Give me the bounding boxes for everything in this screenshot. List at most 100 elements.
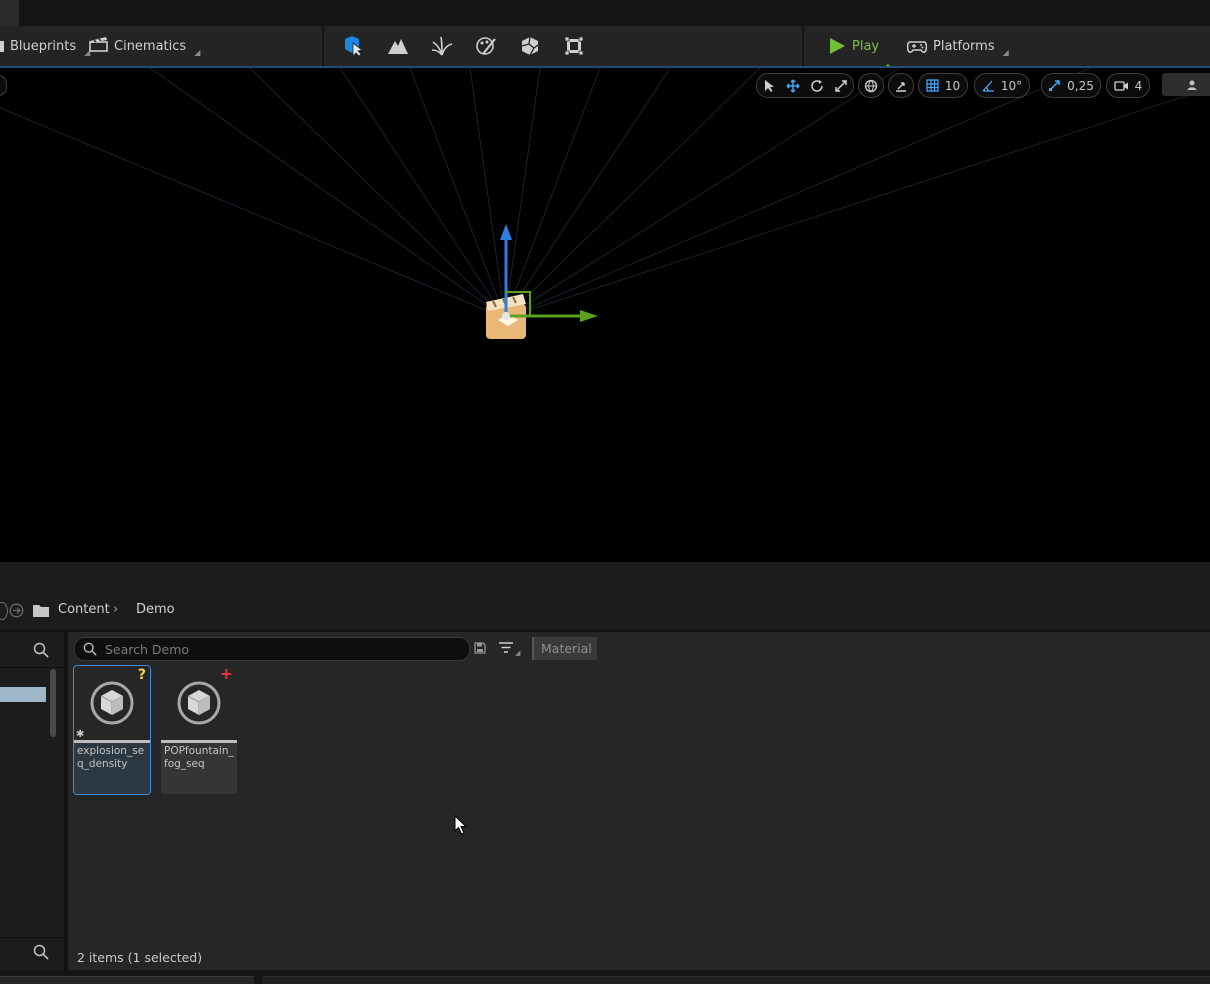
scale-snap-icon bbox=[1049, 80, 1060, 91]
scale-tool-button[interactable] bbox=[831, 76, 851, 96]
yz-plane-handle[interactable] bbox=[506, 291, 531, 316]
modeling-mode-button[interactable] bbox=[562, 35, 586, 57]
user-icon bbox=[1187, 80, 1197, 90]
bottom-status-strip bbox=[0, 970, 1210, 984]
mouse-cursor-icon bbox=[454, 815, 468, 835]
toolbar-divider bbox=[802, 26, 804, 66]
chip-color-strip bbox=[532, 637, 534, 660]
scale-icon bbox=[835, 79, 847, 92]
sources-panel bbox=[0, 632, 64, 970]
rotation-snap-value: 10° bbox=[1000, 78, 1023, 93]
new-asset-plus-icon: + bbox=[219, 666, 233, 683]
blueprints-icon bbox=[0, 40, 4, 52]
grid-snap-toggle[interactable]: 10 bbox=[918, 73, 968, 98]
move-arrows-icon bbox=[786, 78, 800, 93]
play-button[interactable]: Play bbox=[828, 34, 879, 58]
save-disk-icon bbox=[474, 642, 486, 654]
title-bar bbox=[0, 0, 1210, 26]
collections-divider bbox=[0, 937, 64, 938]
level-viewport[interactable] bbox=[0, 68, 1210, 562]
static-mesh-cube-icon bbox=[177, 681, 221, 725]
asset-name: POPfountain_fog_seq bbox=[164, 745, 234, 770]
gizmo-origin[interactable] bbox=[502, 312, 510, 320]
z-axis-arrowhead[interactable] bbox=[500, 224, 512, 240]
save-search-button[interactable] bbox=[474, 642, 486, 658]
landscape-mode-icon bbox=[388, 39, 408, 54]
forward-arrow-icon bbox=[9, 603, 24, 618]
back-history-icon[interactable] bbox=[0, 602, 8, 620]
folder-icon bbox=[32, 603, 50, 618]
select-tool-button[interactable] bbox=[759, 76, 779, 96]
asset-view: Search Demo ◢ Material ? ✱ explosion_seq… bbox=[68, 632, 1210, 970]
material-filter-chip[interactable]: Material bbox=[532, 637, 597, 660]
gamepad-icon bbox=[907, 41, 927, 53]
blueprints-label: Blueprints bbox=[10, 38, 77, 54]
paint-brush-icon bbox=[476, 37, 496, 55]
forward-history-button[interactable] bbox=[9, 603, 24, 618]
globe-icon bbox=[864, 79, 878, 92]
camera-speed-button[interactable]: 4 bbox=[1106, 73, 1150, 98]
scale-snap-toggle[interactable]: 0,25 bbox=[1041, 73, 1101, 98]
grid-icon bbox=[926, 79, 939, 92]
unknown-status-icon: ? bbox=[137, 667, 146, 683]
pointer-icon bbox=[765, 79, 774, 92]
collections-search-button[interactable] bbox=[33, 944, 49, 964]
grid-snap-value: 10 bbox=[944, 78, 961, 93]
camera-speed-value: 4 bbox=[1134, 78, 1143, 93]
static-mesh-cube-icon bbox=[90, 681, 134, 725]
angle-icon bbox=[982, 80, 994, 92]
rotate-tool-button[interactable] bbox=[807, 76, 827, 96]
cinematics-menu-button[interactable]: Cinematics ◢ bbox=[89, 34, 200, 58]
fracture-mode-button[interactable] bbox=[518, 35, 542, 57]
platforms-menu-button[interactable]: Platforms ◢ bbox=[907, 34, 1009, 58]
rotation-snap-toggle[interactable]: 10° bbox=[974, 73, 1030, 98]
scale-snap-value: 0,25 bbox=[1067, 78, 1094, 93]
dropdown-corner-icon: ◢ bbox=[515, 649, 521, 657]
viewport-view-options-button[interactable] bbox=[1162, 73, 1210, 96]
asset-tile-explosion-seq-density[interactable]: ? ✱ explosion_seq_density bbox=[73, 665, 151, 795]
sources-divider bbox=[0, 667, 64, 668]
translate-tool-button[interactable] bbox=[783, 76, 803, 96]
world-local-toggle[interactable] bbox=[858, 73, 884, 98]
select-mode-button[interactable] bbox=[341, 35, 365, 57]
sources-scrollbar[interactable] bbox=[50, 669, 56, 737]
plugin-badge-icon: ✱ bbox=[76, 729, 85, 740]
asset-tile-popfountain-fog-seq[interactable]: + POPfountain_fog_seq bbox=[161, 666, 237, 794]
selected-folder-item[interactable] bbox=[0, 687, 46, 702]
search-icon bbox=[33, 642, 49, 658]
main-toolbar: Blueprints ◢ Cinematics ◢ Play Platforms… bbox=[0, 26, 1210, 80]
asset-thumbnail: ? ✱ bbox=[74, 666, 150, 740]
tab-stub[interactable] bbox=[0, 0, 19, 26]
breadcrumb-content[interactable]: Content bbox=[58, 602, 110, 617]
surface-snap-icon bbox=[896, 81, 906, 92]
y-axis-arrowhead[interactable] bbox=[580, 310, 598, 322]
landscape-mode-button[interactable] bbox=[386, 35, 410, 57]
search-placeholder: Search Demo bbox=[105, 641, 190, 657]
clapperboard-icon bbox=[89, 36, 108, 56]
play-label: Play bbox=[852, 38, 880, 54]
rotate-icon bbox=[811, 79, 823, 92]
transform-gizmo[interactable] bbox=[480, 218, 610, 328]
filter-icon bbox=[499, 642, 513, 653]
transform-tools-group bbox=[756, 73, 854, 98]
blueprints-menu-button[interactable]: Blueprints ◢ bbox=[0, 34, 90, 58]
breadcrumb-chevron-icon[interactable]: › bbox=[113, 602, 118, 617]
filter-button[interactable]: ◢ bbox=[498, 641, 522, 659]
search-icon bbox=[83, 642, 97, 656]
platforms-label: Platforms bbox=[933, 38, 995, 54]
panel-splitter[interactable] bbox=[0, 562, 1210, 592]
play-icon bbox=[830, 38, 845, 54]
breadcrumb-demo[interactable]: Demo bbox=[136, 602, 175, 617]
asset-name: explosion_seq_density bbox=[77, 745, 145, 770]
content-browser-header: Content › Demo bbox=[0, 592, 1210, 631]
asset-thumbnail: + bbox=[161, 666, 237, 740]
mesh-paint-mode-button[interactable] bbox=[474, 35, 498, 57]
asset-search-input[interactable]: Search Demo bbox=[74, 637, 470, 661]
camera-icon bbox=[1114, 80, 1128, 91]
dropdown-corner-icon: ◢ bbox=[194, 48, 201, 57]
modeling-mode-icon bbox=[564, 36, 584, 56]
toolbar-divider bbox=[322, 26, 324, 66]
sources-search-button[interactable] bbox=[33, 642, 49, 662]
surface-snap-toggle[interactable] bbox=[888, 73, 914, 98]
foliage-mode-button[interactable] bbox=[430, 35, 454, 57]
